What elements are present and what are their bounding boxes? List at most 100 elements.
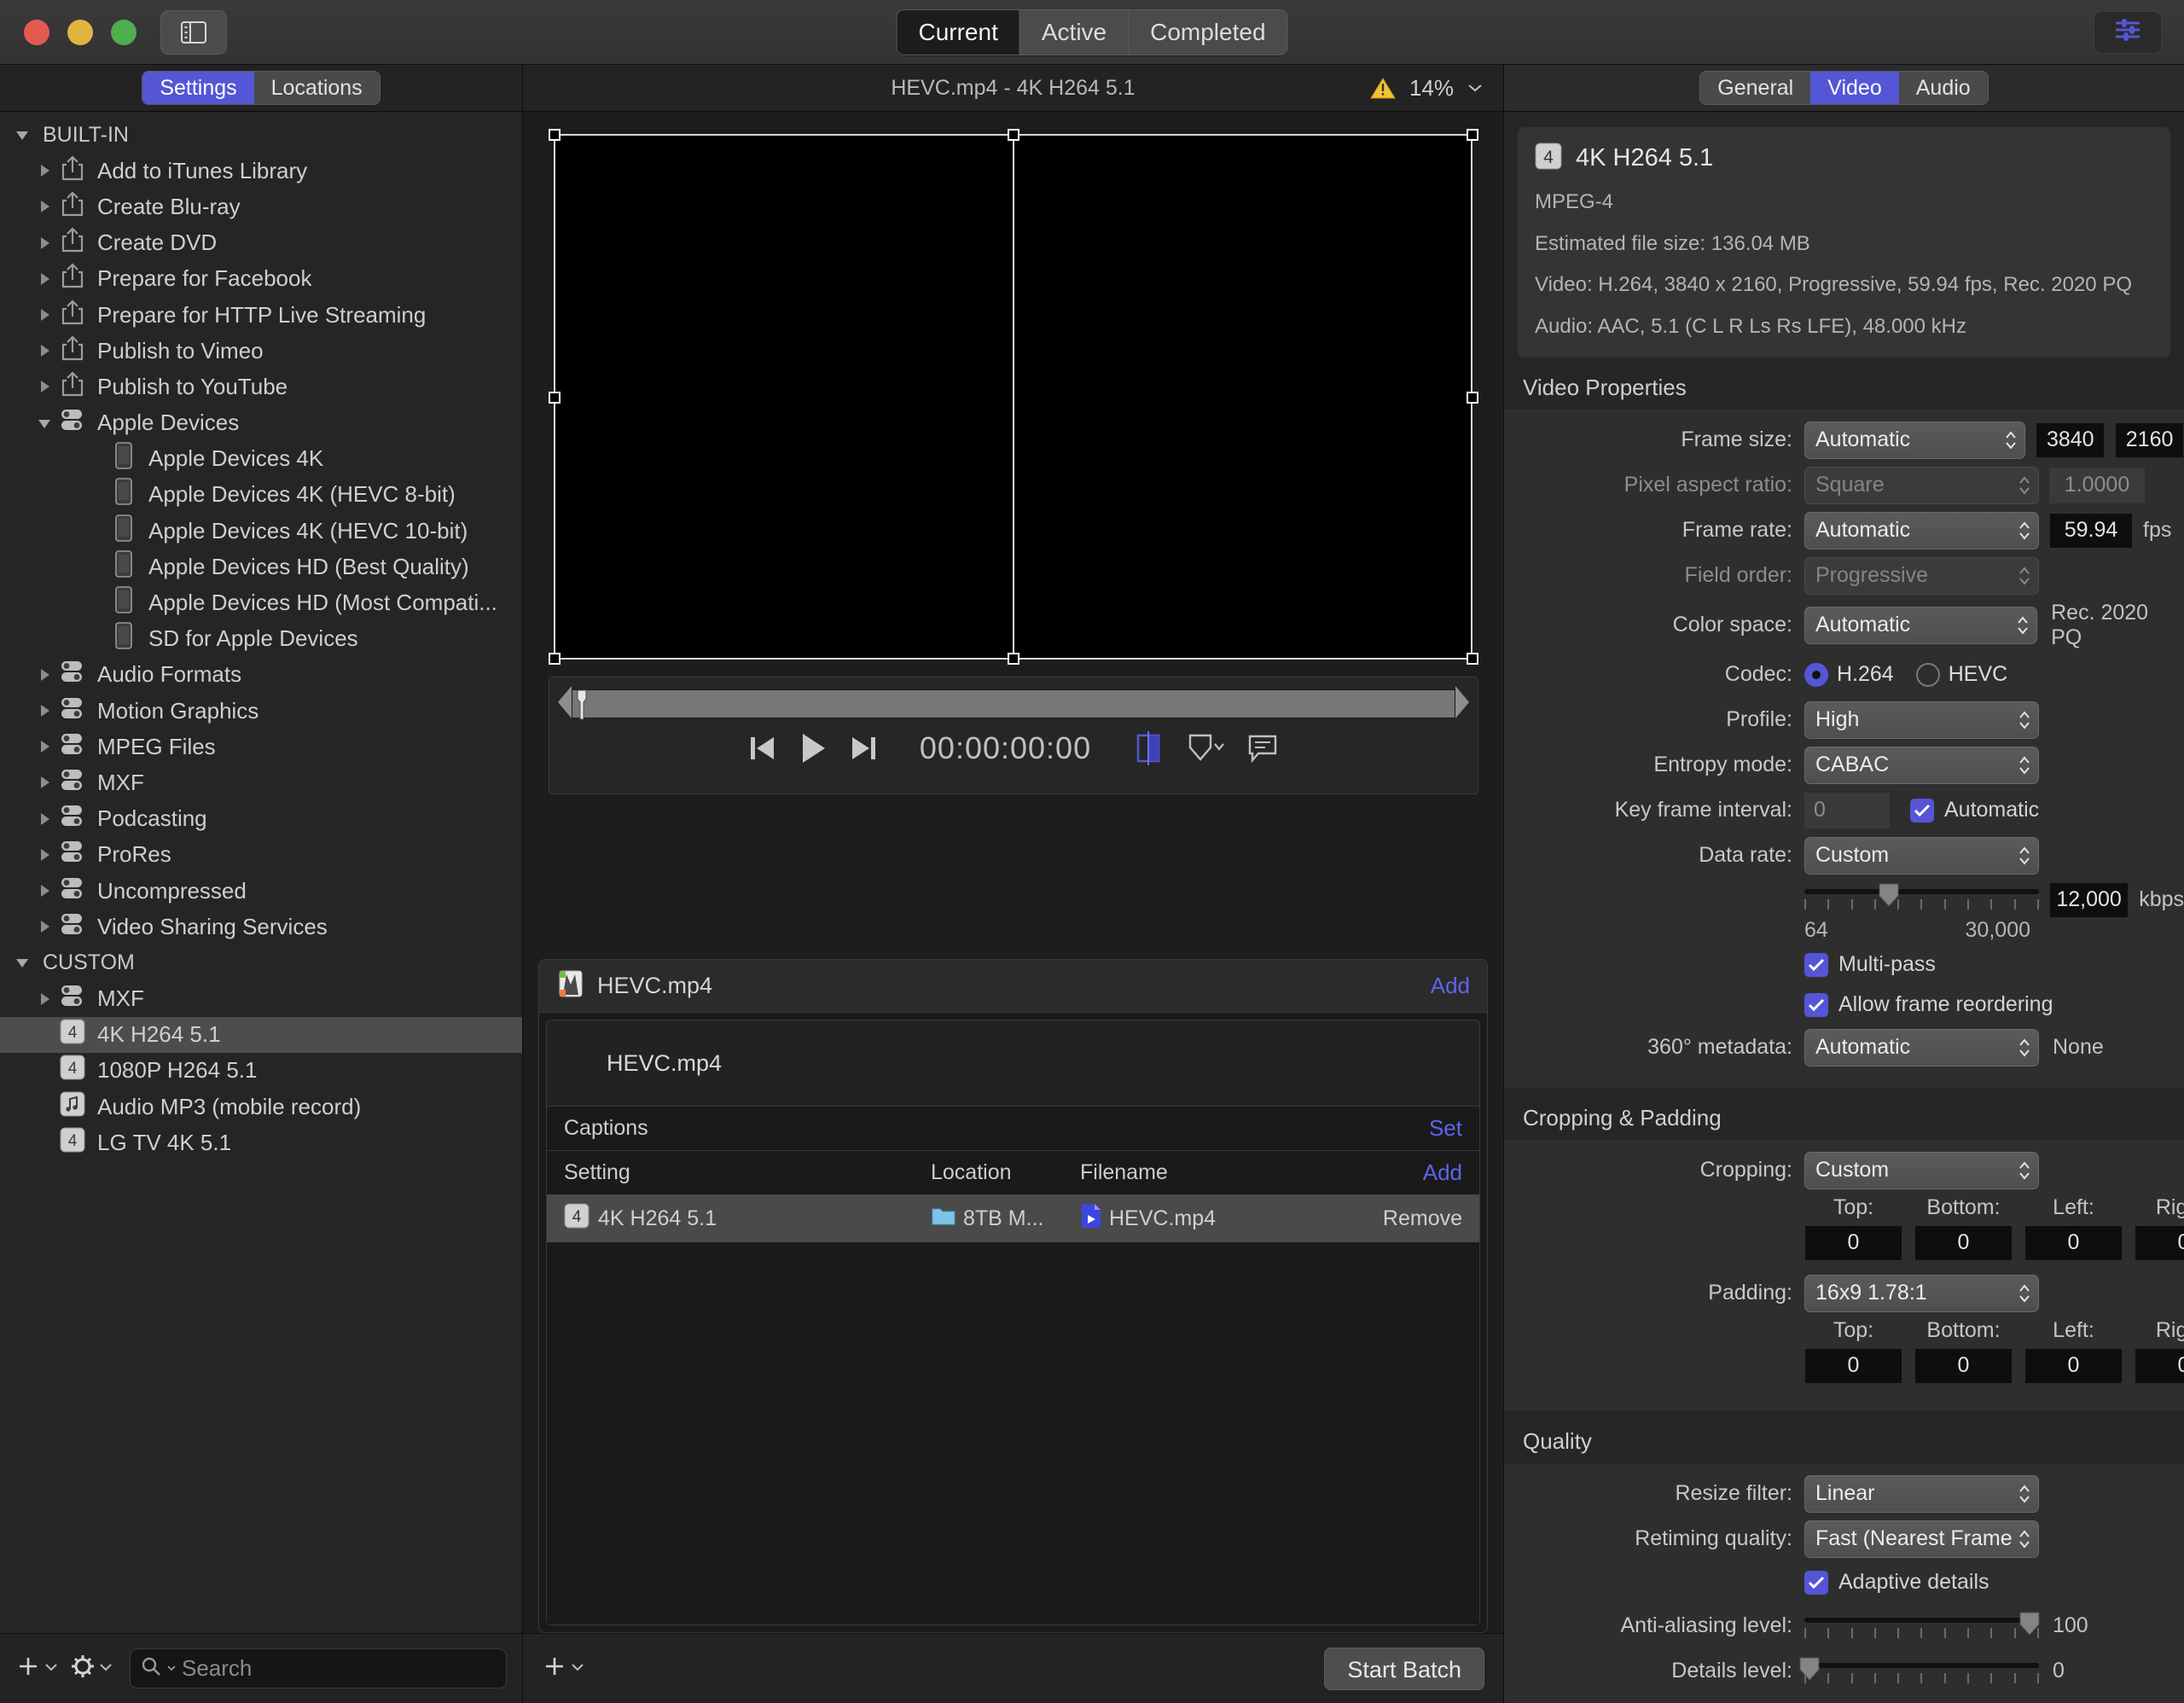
disclosure-collapsed-icon[interactable] (34, 305, 55, 325)
sidebar-item-publish-to-vimeo[interactable]: Publish to Vimeo (0, 333, 522, 369)
sidebar-item-video-sharing-services[interactable]: Video Sharing Services (0, 909, 522, 944)
slider-knob[interactable] (1878, 882, 1900, 908)
details-level-slider[interactable] (1804, 1654, 2039, 1688)
crop-handle-top-center[interactable] (1008, 129, 1019, 141)
add-setting-button[interactable] (15, 1654, 58, 1683)
multi-pass-checkbox[interactable] (1804, 953, 1828, 977)
captions-set-link[interactable]: Set (1429, 1115, 1462, 1142)
data-rate-input[interactable]: 12,000 (2049, 882, 2129, 918)
data-rate-select[interactable]: Custom (1804, 837, 2039, 875)
crop-handle-top-left[interactable] (549, 129, 561, 141)
cropping-select[interactable]: Custom (1804, 1152, 2039, 1189)
settings-action-button[interactable] (70, 1654, 113, 1683)
sidebar-item-apple-devices-4k-hevc-8-bit[interactable]: Apple Devices 4K (HEVC 8-bit) (0, 477, 522, 513)
data-rate-slider[interactable] (1804, 881, 2039, 915)
sidebar-item-audio-mp3-mobile-record[interactable]: Audio MP3 (mobile record) (0, 1089, 522, 1125)
pad-left-input[interactable]: 0 (2024, 1348, 2123, 1384)
playhead-icon[interactable] (576, 689, 588, 721)
close-button[interactable] (24, 20, 49, 45)
trim-start-icon[interactable] (558, 686, 572, 723)
skip-to-end-icon[interactable] (850, 733, 879, 764)
job-source-file[interactable]: HEVC.mp4 (547, 1020, 1479, 1106)
sidebar-item-mpeg-files[interactable]: MPEG Files (0, 729, 522, 764)
trim-end-icon[interactable] (1455, 686, 1469, 723)
sidebar-item-mxf[interactable]: MXF (0, 981, 522, 1017)
sidebar-item-prepare-for-facebook[interactable]: Prepare for Facebook (0, 261, 522, 297)
slider-knob[interactable] (1798, 1656, 1821, 1682)
sidebar-group-custom[interactable]: CUSTOM (0, 944, 522, 980)
batch-view-segmented-control[interactable]: Current Active Completed (896, 9, 1287, 55)
disclosure-collapsed-icon[interactable] (34, 809, 55, 829)
sidebar-item-apple-devices[interactable]: Apple Devices (0, 405, 522, 441)
disclosure-collapsed-icon[interactable] (34, 989, 55, 1009)
resize-filter-select[interactable]: Linear (1804, 1475, 2039, 1513)
pad-bottom-input[interactable]: 0 (1914, 1348, 2013, 1384)
profile-select[interactable]: High (1804, 701, 2039, 739)
crop-left-input[interactable]: 0 (2024, 1225, 2123, 1261)
sidebar-toggle-button[interactable] (160, 10, 227, 55)
disclosure-collapsed-icon[interactable] (34, 881, 55, 901)
segment-completed[interactable]: Completed (1128, 10, 1287, 55)
disclosure-collapsed-icon[interactable] (34, 916, 55, 937)
sidebar-item-mxf[interactable]: MXF (0, 764, 522, 800)
crop-bottom-input[interactable]: 0 (1914, 1225, 2013, 1261)
inspector-toggle-button[interactable] (2094, 11, 2162, 54)
sidebar-item-audio-formats[interactable]: Audio Formats (0, 657, 522, 693)
crop-right-input[interactable]: 0 (2135, 1225, 2184, 1261)
adaptive-details-checkbox[interactable] (1804, 1571, 1828, 1595)
timecode-display[interactable]: 00:00:00:00 (920, 730, 1091, 766)
slider-knob[interactable] (2018, 1611, 2041, 1636)
sidebar-item-1080p-h264-5-1[interactable]: 41080P H264 5.1 (0, 1053, 522, 1089)
job-add-link[interactable]: Add (1431, 973, 1470, 999)
frame-rate-input[interactable]: 59.94 (2049, 513, 2133, 549)
crop-handle-bottom-center[interactable] (1008, 653, 1019, 665)
disclosure-collapsed-icon[interactable] (34, 269, 55, 289)
sidebar-item-apple-devices-4k-hevc-10-bit[interactable]: Apple Devices 4K (HEVC 10-bit) (0, 513, 522, 549)
table-row[interactable]: 4 4K H264 5.1 8TB M... (547, 1194, 1479, 1242)
skip-to-start-icon[interactable] (747, 733, 776, 764)
split-compare-icon[interactable] (1132, 730, 1165, 766)
preview-canvas[interactable] (554, 134, 1472, 660)
anti-aliasing-slider[interactable] (1804, 1609, 2039, 1643)
sidebar-item-prepare-for-http-live-streaming[interactable]: Prepare for HTTP Live Streaming (0, 297, 522, 333)
disclosure-collapsed-icon[interactable] (34, 340, 55, 361)
key-frame-automatic-checkbox[interactable] (1910, 799, 1934, 822)
segment-active[interactable]: Active (1019, 10, 1128, 55)
disclosure-collapsed-icon[interactable] (34, 772, 55, 793)
sidebar-group-built-in[interactable]: BUILT-IN (0, 117, 522, 153)
sidebar-item-add-to-itunes-library[interactable]: Add to iTunes Library (0, 153, 522, 189)
crop-handle-bottom-right[interactable] (1467, 653, 1478, 665)
sidebar-item-motion-graphics[interactable]: Motion Graphics (0, 693, 522, 729)
start-batch-button[interactable]: Start Batch (1324, 1648, 1484, 1690)
sidebar-item-4k-h264-5-1[interactable]: 44K H264 5.1 (0, 1017, 522, 1053)
sidebar-item-create-dvd[interactable]: Create DVD (0, 225, 522, 261)
disclosure-collapsed-icon[interactable] (34, 196, 55, 217)
minimize-button[interactable] (67, 20, 93, 45)
sidebar-item-publish-to-youtube[interactable]: Publish to YouTube (0, 369, 522, 404)
search-input[interactable]: Search (130, 1648, 507, 1688)
disclosure-expanded-icon[interactable] (12, 125, 32, 145)
metadata-360-select[interactable]: Automatic (1804, 1029, 2039, 1067)
disclosure-expanded-icon[interactable] (34, 413, 55, 433)
sidebar-item-apple-devices-hd-best-quality[interactable]: Apple Devices HD (Best Quality) (0, 549, 522, 584)
scrubber-row[interactable] (558, 686, 1469, 722)
sidebar-item-podcasting[interactable]: Podcasting (0, 801, 522, 837)
sidebar-item-uncompressed[interactable]: Uncompressed (0, 873, 522, 909)
sidebar-item-sd-for-apple-devices[interactable]: SD for Apple Devices (0, 621, 522, 657)
disclosure-collapsed-icon[interactable] (34, 233, 55, 253)
tab-audio[interactable]: Audio (1899, 72, 1988, 104)
disclosure-collapsed-icon[interactable] (34, 736, 55, 757)
zoom-button[interactable] (111, 20, 136, 45)
disclosure-expanded-icon[interactable] (12, 952, 32, 973)
inspector-tabs[interactable]: General Video Audio (1699, 71, 1988, 105)
color-space-select[interactable]: Automatic (1804, 607, 2037, 644)
codec-radio-hevc[interactable]: HEVC (1916, 662, 2030, 687)
sidebar-item-create-blu-ray[interactable]: Create Blu-ray (0, 189, 522, 224)
crop-handle-middle-left[interactable] (549, 392, 561, 404)
zoom-level[interactable]: 14% (1409, 75, 1454, 102)
retiming-quality-select[interactable]: Fast (Nearest Frame) (1804, 1520, 2039, 1558)
sidebar-item-lg-tv-4k-5-1[interactable]: 4LG TV 4K 5.1 (0, 1125, 522, 1160)
chevron-down-icon[interactable] (1467, 78, 1483, 98)
crop-handle-top-right[interactable] (1467, 129, 1478, 141)
allow-frame-reordering-checkbox[interactable] (1804, 993, 1828, 1017)
